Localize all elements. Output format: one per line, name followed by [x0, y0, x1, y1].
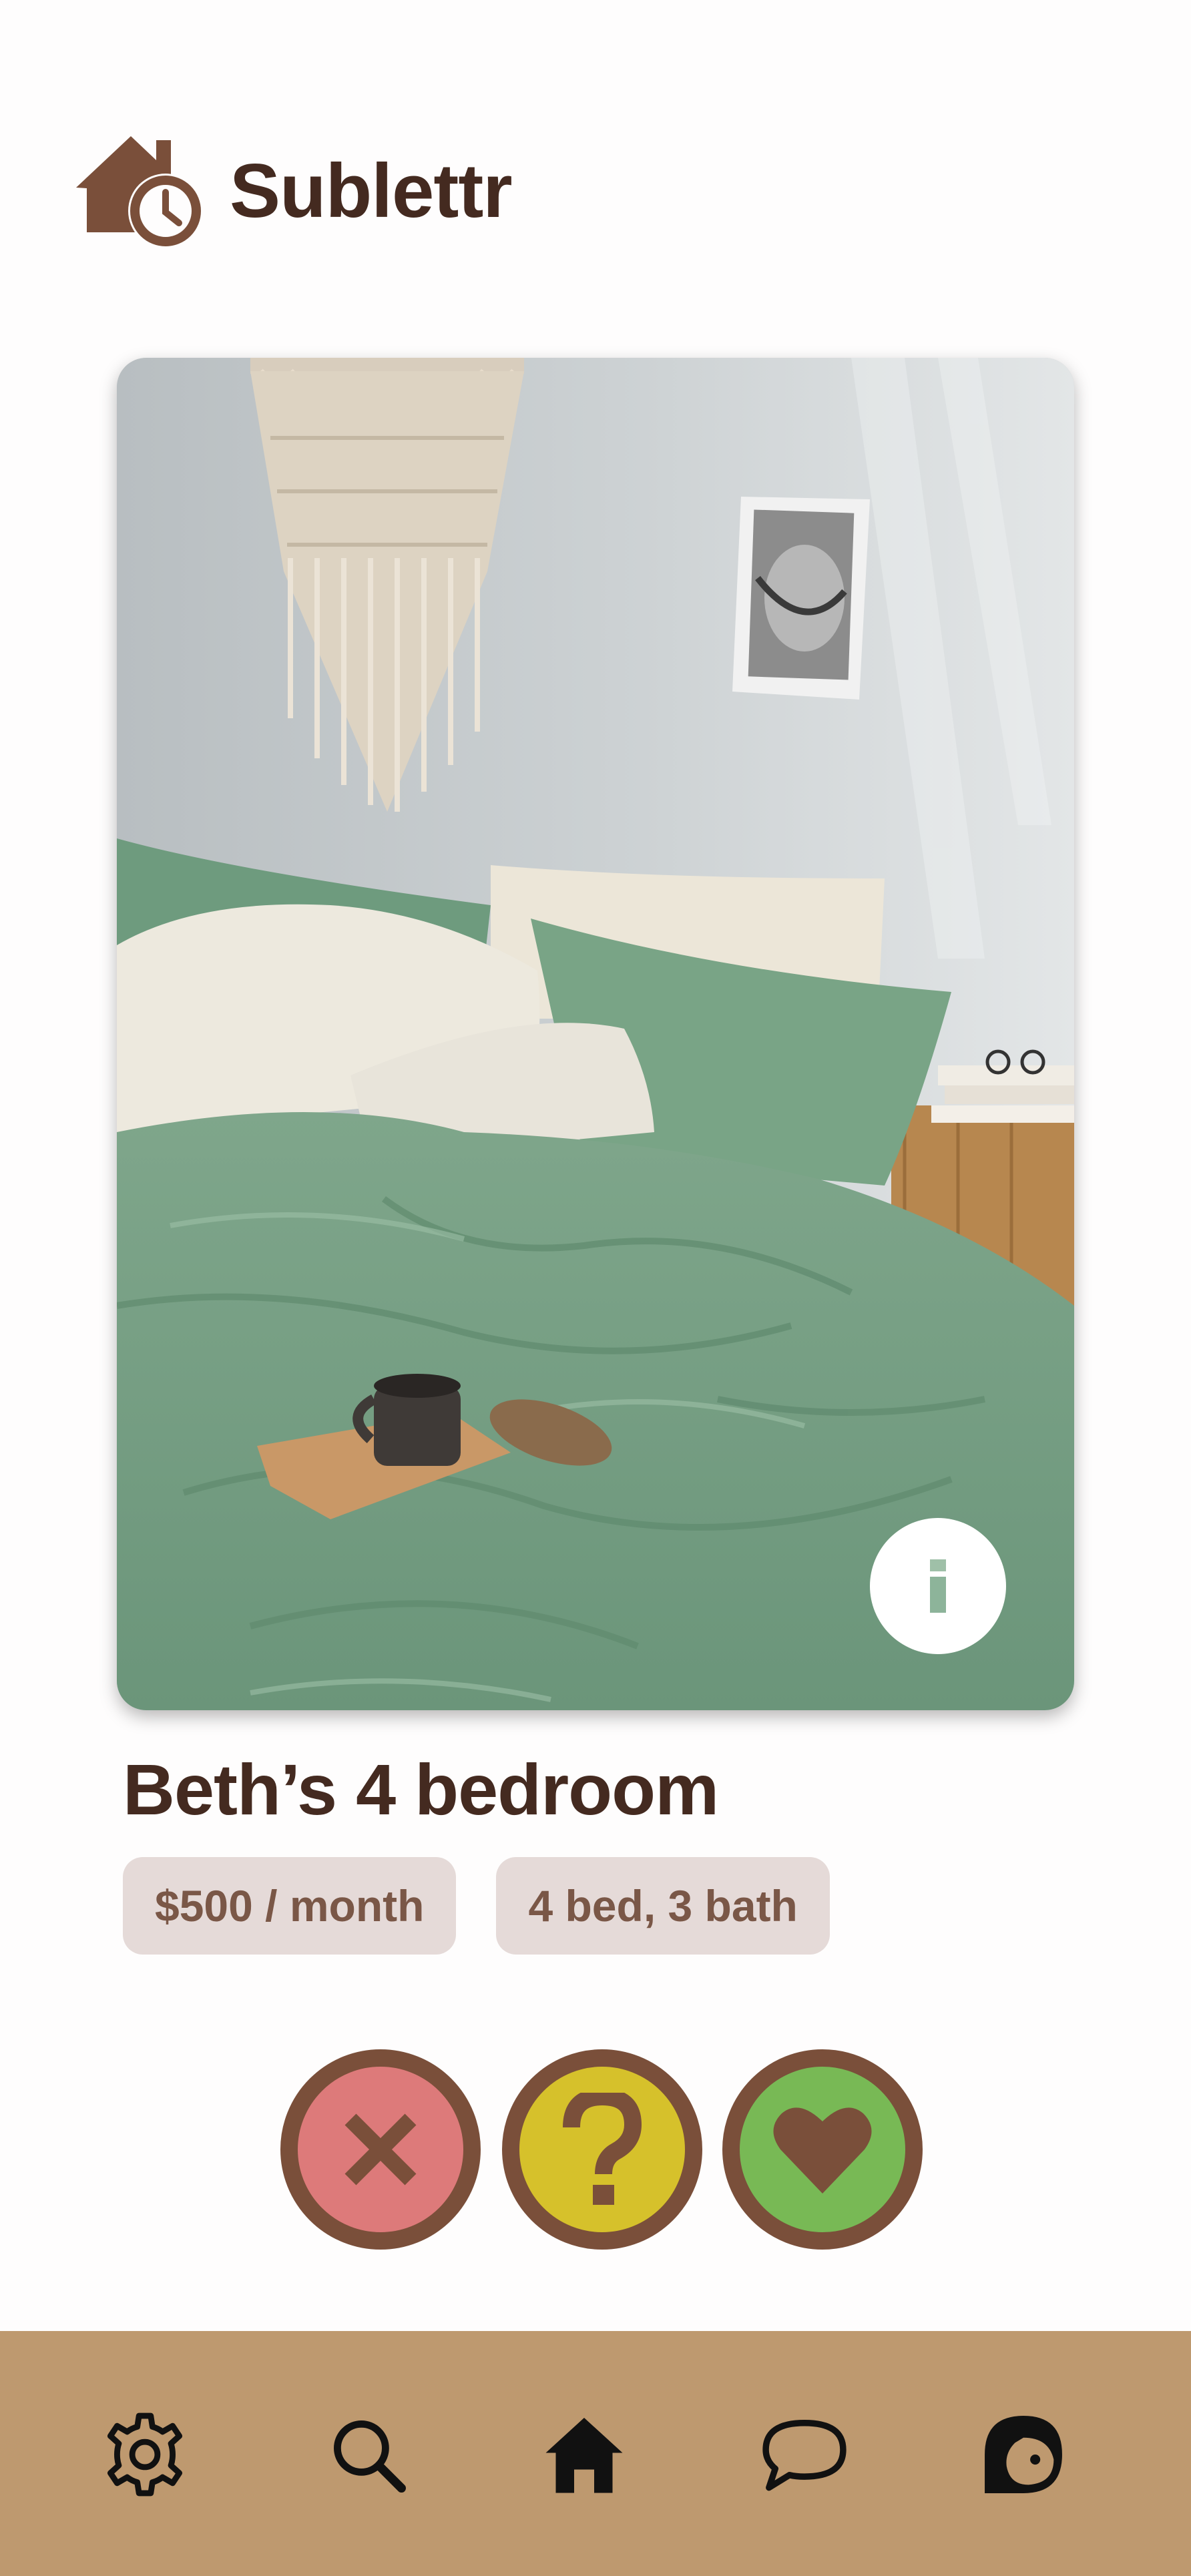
search-icon [334, 2420, 406, 2493]
nav-settings[interactable] [101, 2411, 188, 2498]
app-header: Sublettr [76, 131, 513, 251]
info-icon [930, 1559, 946, 1613]
maybe-button[interactable] [502, 2049, 702, 2250]
profile-icon [985, 2416, 1062, 2493]
nav-home[interactable] [541, 2411, 628, 2498]
x-icon [344, 2113, 417, 2185]
sublettr-logo-icon [76, 136, 203, 248]
info-button[interactable] [870, 1518, 1006, 1654]
reject-button[interactable] [280, 2049, 481, 2250]
chat-icon [762, 2420, 847, 2491]
app-title: Sublettr [230, 148, 513, 234]
listing-card[interactable] [117, 358, 1074, 1710]
price-tag: $500 / month [123, 1857, 457, 1955]
rooms-tag: 4 bed, 3 bath [496, 1857, 830, 1955]
nav-chat[interactable] [761, 2411, 848, 2498]
bottom-nav [0, 2331, 1191, 2576]
swipe-actions [280, 2049, 923, 2250]
nav-search[interactable] [324, 2411, 411, 2498]
listing-title: Beth’s 4 bedroom [123, 1749, 719, 1830]
question-mark-icon [563, 2093, 642, 2205]
heart-icon [773, 2107, 872, 2194]
nav-profile[interactable] [980, 2411, 1067, 2498]
home-icon [545, 2418, 623, 2493]
listing-photo [117, 358, 1074, 1710]
like-button[interactable] [722, 2049, 923, 2250]
settings-icon [107, 2412, 183, 2497]
listing-tags: $500 / month 4 bed, 3 bath [123, 1857, 830, 1955]
